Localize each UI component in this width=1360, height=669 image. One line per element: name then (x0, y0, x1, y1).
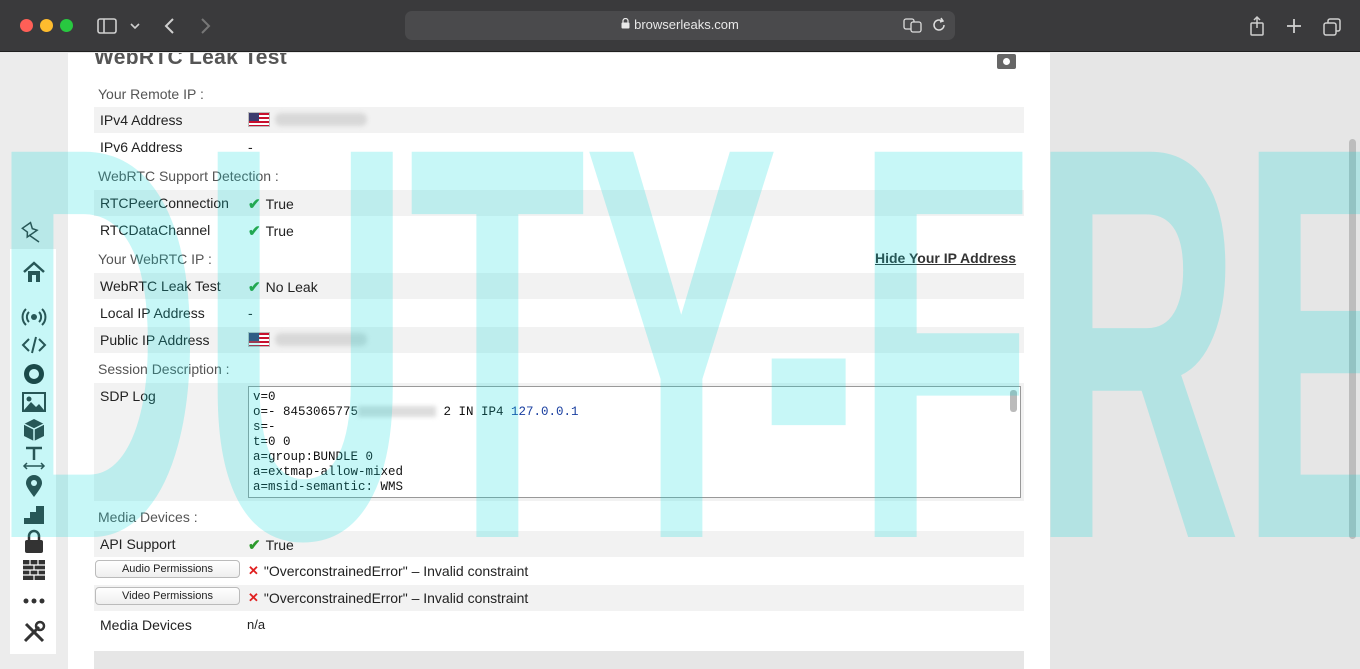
page-right-margin (1050, 53, 1360, 669)
stairs-icon[interactable] (21, 501, 47, 527)
location-icon[interactable] (21, 473, 47, 499)
leak-test-label: WebRTC Leak Test (100, 278, 221, 294)
table-row-api-support: API Support ✔ True (94, 531, 1024, 557)
us-flag-icon (248, 332, 270, 347)
sdp-log-textarea[interactable]: v=0 o=- 8453065775 2 IN IP4 127.0.0.1 s=- t… (248, 386, 1021, 498)
camera-icon[interactable] (997, 54, 1016, 69)
sdp-line: a=msid-semantic: WMS (253, 480, 404, 494)
check-icon: ✔ (248, 196, 261, 213)
font-icon[interactable] (21, 445, 47, 471)
table-row-leak-test: WebRTC Leak Test ✔ No Leak (94, 273, 1024, 299)
peerconnection-label: RTCPeerConnection (100, 195, 229, 211)
table-row-peerconnection: RTCPeerConnection ✔ True (94, 190, 1024, 216)
translate-icon[interactable] (903, 17, 923, 38)
public-ip-value-blurred (275, 333, 367, 346)
sdp-line: v=0 (253, 390, 276, 404)
us-flag-icon (248, 112, 270, 127)
window-close-button[interactable] (20, 19, 33, 32)
more-icon[interactable] (21, 588, 47, 614)
sidebar-toggle-icon[interactable] (96, 14, 120, 38)
peerconnection-value: True (265, 196, 294, 212)
local-ip-value: - (248, 305, 253, 321)
sdp-redacted (358, 406, 437, 418)
window-maximize-button[interactable] (60, 19, 73, 32)
reload-icon[interactable] (931, 17, 947, 38)
address-url: browserleaks.com (634, 17, 739, 32)
address-bar[interactable]: browserleaks.com (405, 11, 955, 40)
chevron-down-icon[interactable] (128, 14, 142, 38)
sdp-line: o=- 8453065775 2 IN IP4 127.0.0.1 (253, 405, 579, 419)
section-remote-ip: Your Remote IP : (98, 86, 204, 102)
web-page: WebRTC Leak Test Your Remote IP : IPv4 A… (0, 53, 1360, 669)
back-icon[interactable] (160, 14, 180, 38)
ipv4-value-blurred (275, 113, 367, 126)
tools-icon[interactable] (21, 619, 47, 645)
section-webrtc-ip: Your WebRTC IP : (98, 251, 212, 267)
page-title: WebRTC Leak Test (94, 53, 288, 69)
check-icon: ✔ (248, 279, 261, 296)
api-support-value: True (265, 537, 294, 553)
image-icon[interactable] (21, 389, 47, 415)
ipv6-value: - (248, 139, 253, 155)
pin-icon[interactable] (20, 221, 42, 243)
broadcast-icon[interactable] (21, 304, 47, 330)
table-row-public-ip: Public IP Address (94, 327, 1024, 353)
leak-test-value: No Leak (265, 279, 318, 295)
section-media-devices: Media Devices : (98, 509, 198, 525)
cross-icon: ✕ (248, 563, 259, 578)
next-section-bar (94, 651, 1024, 669)
api-support-label: API Support (100, 536, 176, 552)
tools-sidebar (10, 249, 56, 654)
video-permissions-button[interactable]: Video Permissions (95, 587, 240, 605)
new-tab-icon[interactable] (1284, 14, 1304, 38)
page-scrollbar[interactable] (1349, 139, 1356, 539)
window-minimize-button[interactable] (40, 19, 53, 32)
video-permissions-value: "OverconstrainedError" – Invalid constra… (263, 590, 529, 606)
section-webrtc-support: WebRTC Support Detection : (98, 168, 279, 184)
ipv4-label: IPv4 Address (100, 112, 183, 128)
table-row-media-devices: Media Devices n/a (94, 612, 1024, 638)
firewall-icon[interactable] (21, 557, 47, 583)
section-session-description: Session Description : (98, 361, 230, 377)
table-row-ipv4: IPv4 Address (94, 107, 1024, 133)
sdp-scrollbar[interactable] (1010, 390, 1017, 412)
forward-icon[interactable] (195, 14, 215, 38)
home-icon[interactable] (21, 259, 47, 285)
check-icon: ✔ (248, 537, 261, 554)
public-ip-label: Public IP Address (100, 332, 210, 348)
sdp-line: t=0 0 (253, 435, 291, 449)
table-row-ipv6: IPv6 Address - (94, 134, 1024, 160)
check-icon: ✔ (248, 223, 261, 240)
media-devices-label: Media Devices (100, 617, 192, 633)
sdp-line: s=- (253, 420, 276, 434)
lock-icon[interactable] (21, 529, 47, 555)
share-icon[interactable] (1247, 14, 1267, 38)
sdp-line: a=extmap-allow-mixed (253, 465, 404, 479)
sdp-label: SDP Log (100, 388, 156, 404)
datachannel-label: RTCDataChannel (100, 222, 211, 238)
table-row-datachannel: RTCDataChannel ✔ True (94, 217, 1024, 243)
cross-icon: ✕ (248, 590, 259, 605)
sdp-line: a=group:BUNDLE 0 (253, 450, 374, 464)
webrtc-icon[interactable] (21, 361, 47, 387)
audio-permissions-value: "OverconstrainedError" – Invalid constra… (263, 563, 529, 579)
tab-overview-icon[interactable] (1321, 14, 1343, 38)
datachannel-value: True (265, 223, 294, 239)
audio-permissions-button[interactable]: Audio Permissions (95, 560, 240, 578)
browser-titlebar: browserleaks.com (0, 0, 1360, 52)
hide-ip-link[interactable]: Hide Your IP Address (875, 250, 1016, 266)
ipv6-label: IPv6 Address (100, 139, 183, 155)
cube-icon[interactable] (21, 417, 47, 443)
local-ip-label: Local IP Address (100, 305, 205, 321)
code-icon[interactable] (21, 332, 47, 358)
media-devices-value: n/a (247, 617, 266, 632)
lock-icon (621, 17, 630, 32)
table-row-local-ip: Local IP Address - (94, 300, 1024, 326)
